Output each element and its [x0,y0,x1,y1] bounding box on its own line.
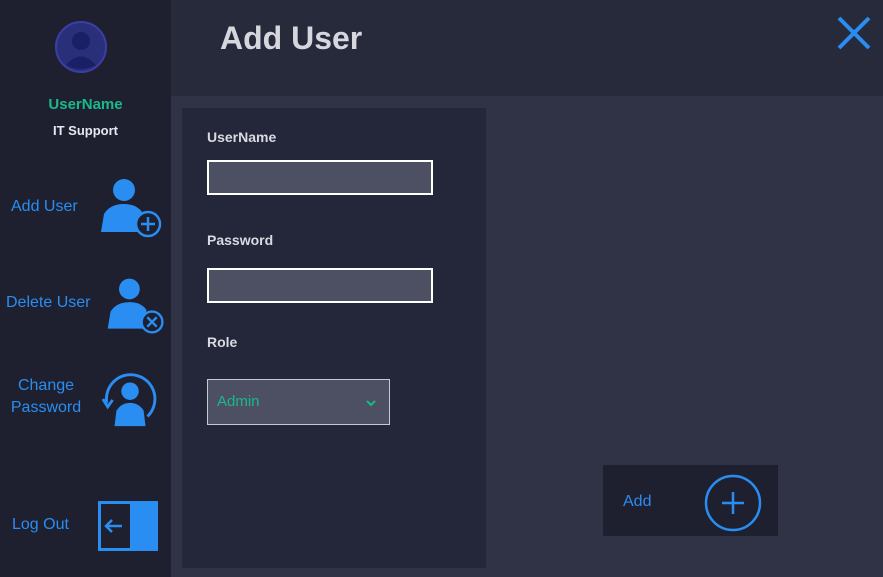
sidebar-item-label: Log Out [12,516,69,533]
sidebar-item-delete-user[interactable]: Delete User [0,270,171,340]
username-input[interactable] [207,160,433,195]
sidebar-item-label-line1: Change [17,377,75,394]
sidebar: UserName IT Support Add User Delete User… [0,0,171,577]
sidebar-item-label-line2: Password [10,399,82,416]
user-add-icon [101,179,162,238]
role-selected-value: Admin [217,393,260,410]
sidebar-item-label: Change Password [10,375,82,419]
user-role: IT Support [53,123,118,138]
role-select[interactable]: Admin [207,379,390,425]
avatar [55,21,107,73]
password-input[interactable] [207,268,433,303]
header: Add User [171,0,883,96]
close-icon[interactable] [831,10,877,56]
user-password-icon [101,373,157,427]
add-button-label: Add [623,493,652,510]
user-name: UserName [48,96,123,113]
add-button[interactable]: Add [603,465,778,536]
username-label: UserName [207,129,277,145]
logout-icon [98,501,158,551]
chevron-down-icon [366,400,376,407]
sidebar-item-log-out[interactable]: Log Out [0,495,171,555]
user-delete-icon [107,278,164,334]
add-user-form: UserName Password Role Admin [182,108,486,568]
sidebar-item-label: Add User [11,198,78,215]
page-title: Add User [220,20,363,56]
role-label: Role [207,334,238,350]
plus-circle-icon [704,474,762,532]
password-label: Password [207,232,274,248]
sidebar-item-label: Delete User [6,294,91,311]
sidebar-item-add-user[interactable]: Add User [0,170,171,240]
sidebar-item-change-password[interactable]: Change Password [0,365,171,437]
